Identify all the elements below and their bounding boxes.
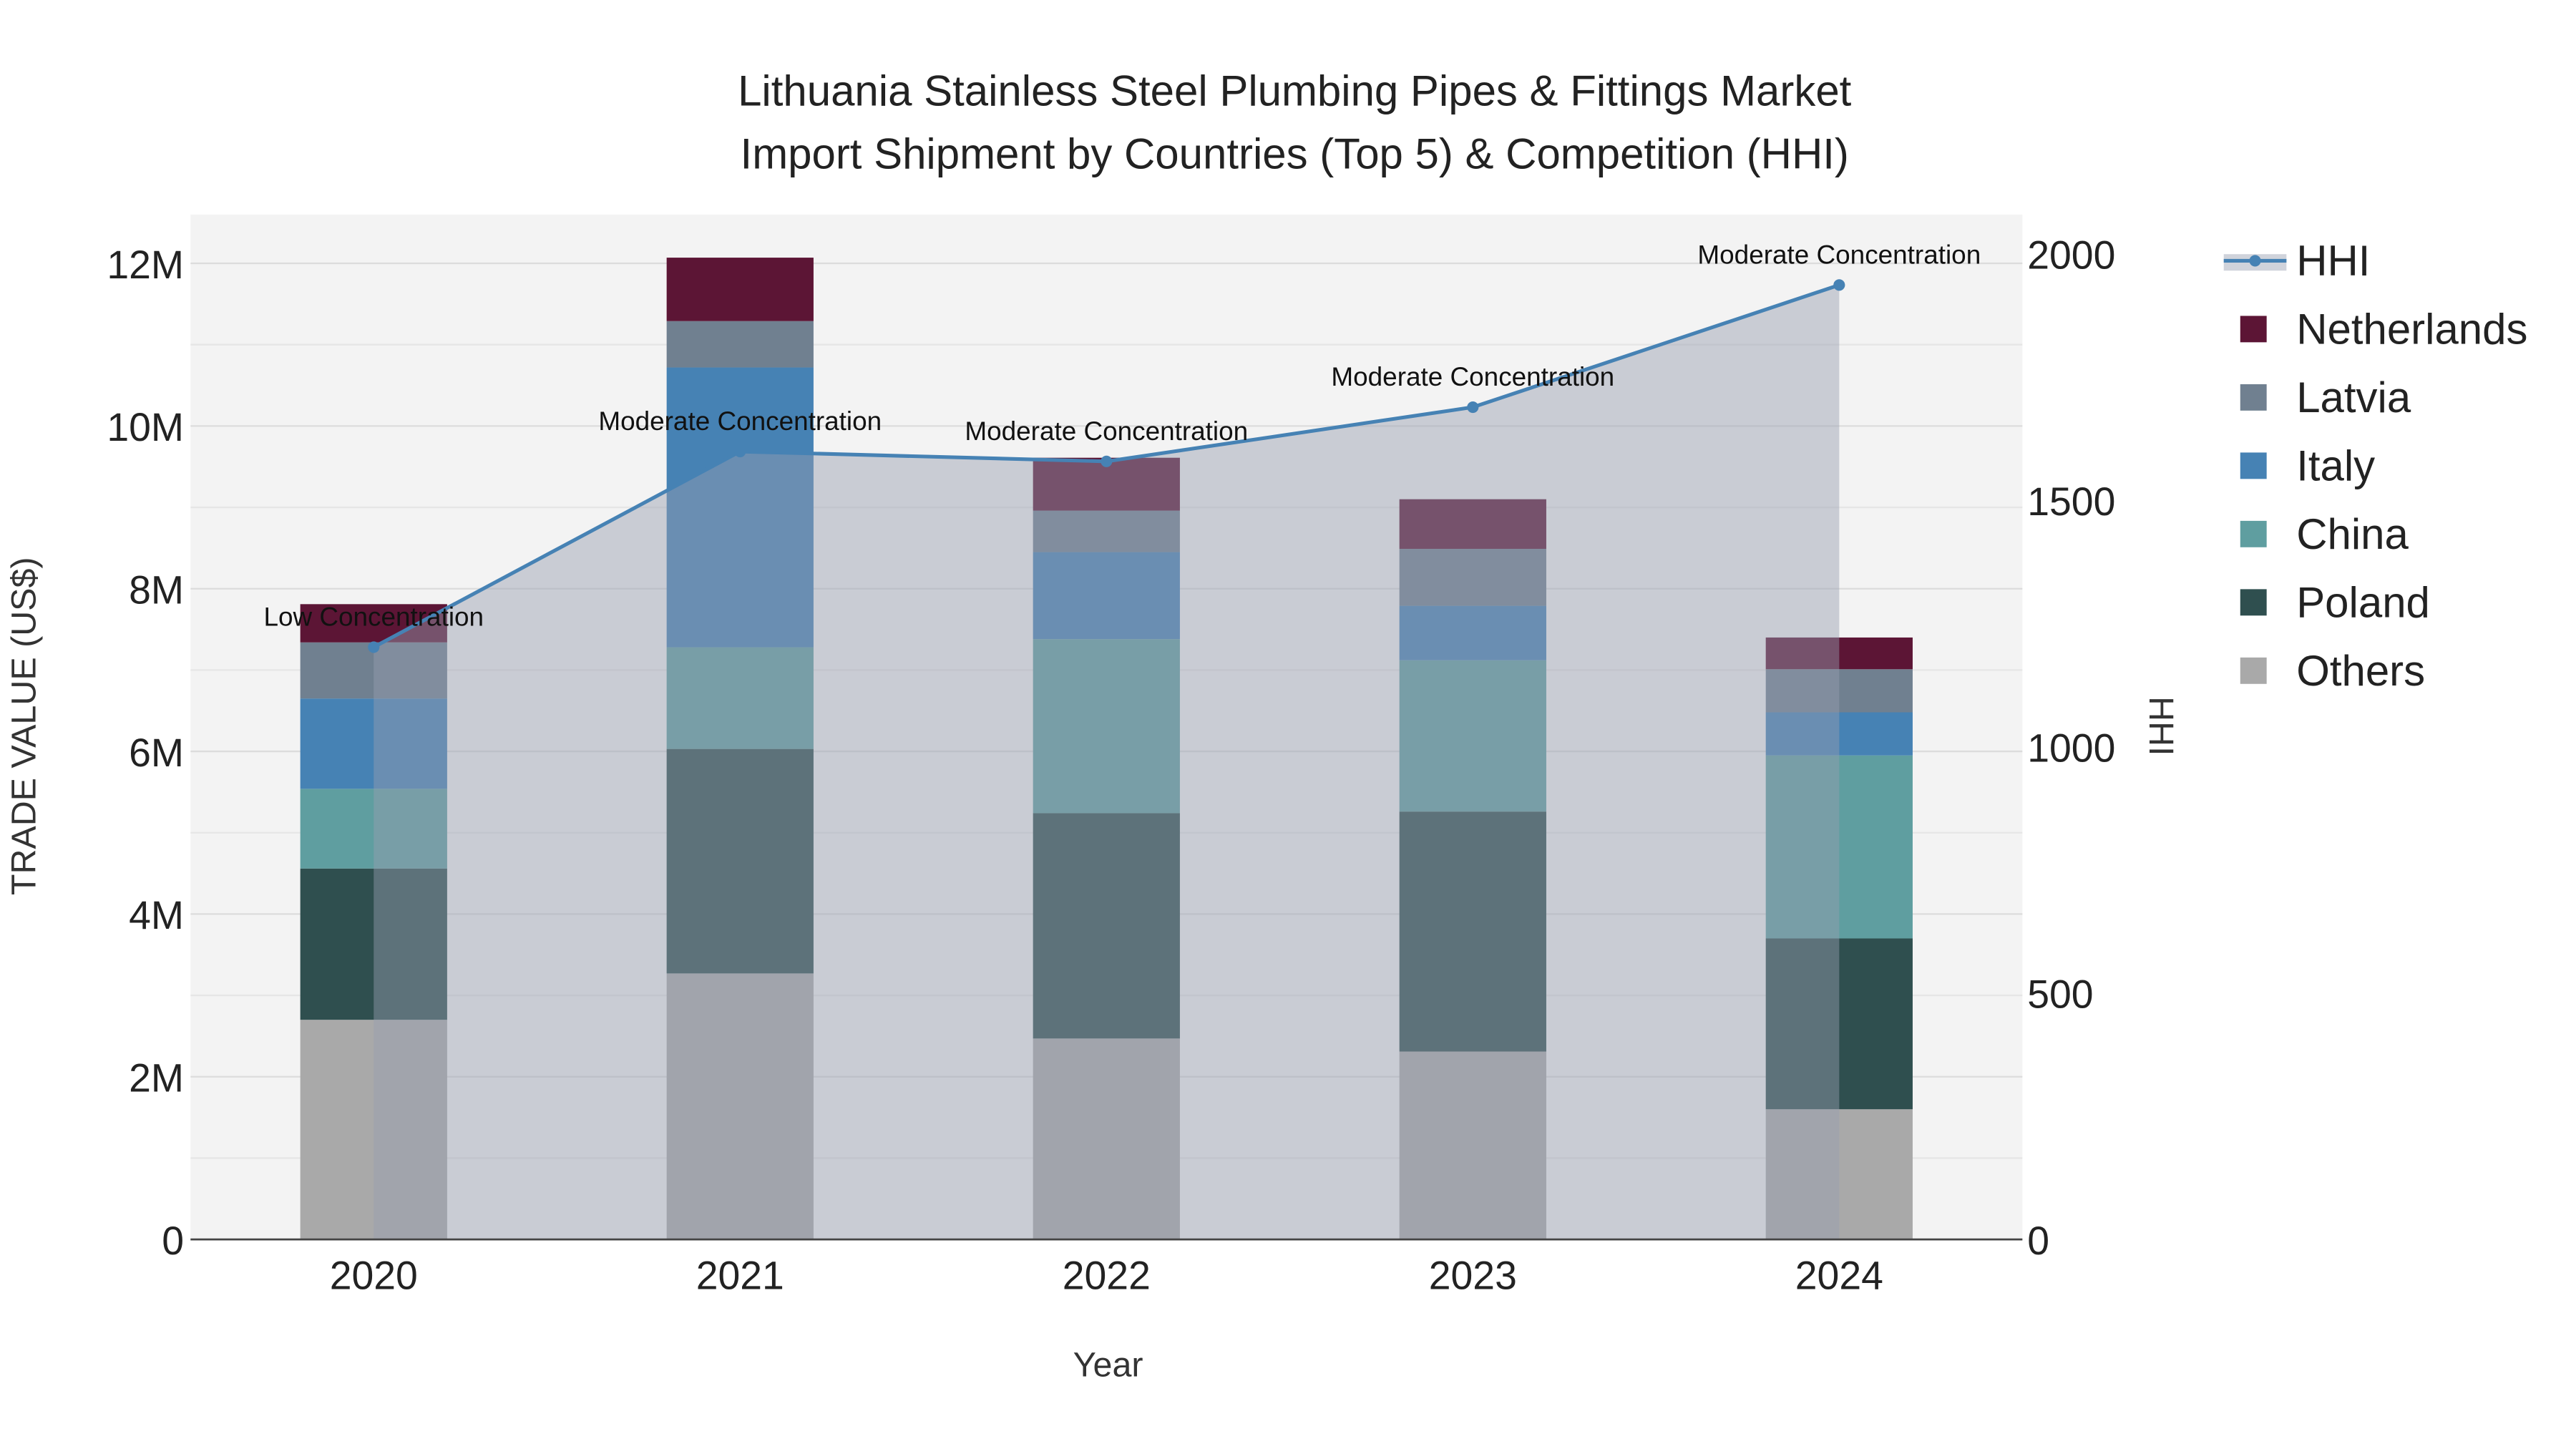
x-tick-label: 2020 [330, 1253, 418, 1297]
y2-tick-label: 1000 [2027, 726, 2115, 770]
y-tick-label: 2M [129, 1056, 184, 1101]
hhi-annotation: Low Concentration [263, 602, 484, 631]
y-tick-label: 6M [129, 731, 184, 775]
y-tick-label: 8M [129, 567, 184, 612]
hhi-annotation: Moderate Concentration [1697, 240, 1981, 269]
hhi-annotation: Moderate Concentration [1331, 362, 1614, 391]
y-tick-label: 4M [129, 893, 184, 937]
x-tick-label: 2023 [1429, 1253, 1517, 1297]
chart-title-line-2: Import Shipment by Countries (Top 5) & C… [741, 130, 1849, 177]
y2-axis-title: HHI [2142, 696, 2180, 756]
y-axis-title: TRADE VALUE (US$) [4, 557, 43, 895]
legend-label-italy: Italy [2296, 442, 2375, 490]
chart-title-line-1: Lithuania Stainless Steel Plumbing Pipes… [738, 67, 1852, 115]
y2-tick-label: 1500 [2027, 479, 2115, 524]
legend-label-others: Others [2296, 647, 2425, 695]
y-tick-label: 0 [162, 1219, 184, 1263]
legend-swatch-italy [2240, 452, 2267, 479]
legend-swatch-latvia [2240, 384, 2267, 411]
x-axis-title: Year [1073, 1346, 1143, 1385]
legend-label-poland: Poland [2296, 579, 2430, 627]
y2-tick-label: 0 [2027, 1219, 2049, 1263]
bar-netherlands-2021 [666, 258, 814, 321]
legend-label-china: China [2296, 510, 2409, 558]
hhi-point-2021 [734, 445, 746, 458]
bar-latvia-2021 [666, 321, 814, 368]
hhi-point-2023 [1467, 401, 1479, 414]
x-tick-label: 2024 [1795, 1253, 1883, 1297]
legend-label-latvia: Latvia [2296, 374, 2411, 421]
x-tick-label: 2021 [696, 1253, 784, 1297]
legend-swatch-others [2240, 657, 2267, 684]
hhi-point-2020 [368, 641, 380, 653]
legend-hhi-marker [2249, 255, 2261, 267]
x-tick-label: 2022 [1063, 1253, 1151, 1297]
legend-label-hhi: HHI [2296, 237, 2370, 285]
legend-swatch-china [2240, 520, 2267, 547]
legend-swatch-poland [2240, 589, 2267, 616]
hhi-point-2024 [1833, 279, 1845, 291]
y2-tick-label: 2000 [2027, 233, 2115, 278]
hhi-annotation: Moderate Concentration [598, 406, 882, 436]
legend-swatch-netherlands [2240, 316, 2267, 343]
hhi-annotation: Moderate Concentration [965, 416, 1248, 446]
y-tick-label: 10M [107, 405, 184, 449]
hhi-point-2022 [1101, 455, 1113, 467]
y2-tick-label: 500 [2027, 972, 2093, 1017]
chart: Lithuania Stainless Steel Plumbing Pipes… [4, 67, 2527, 1385]
y-tick-label: 12M [107, 243, 184, 287]
legend-label-netherlands: Netherlands [2296, 306, 2527, 353]
